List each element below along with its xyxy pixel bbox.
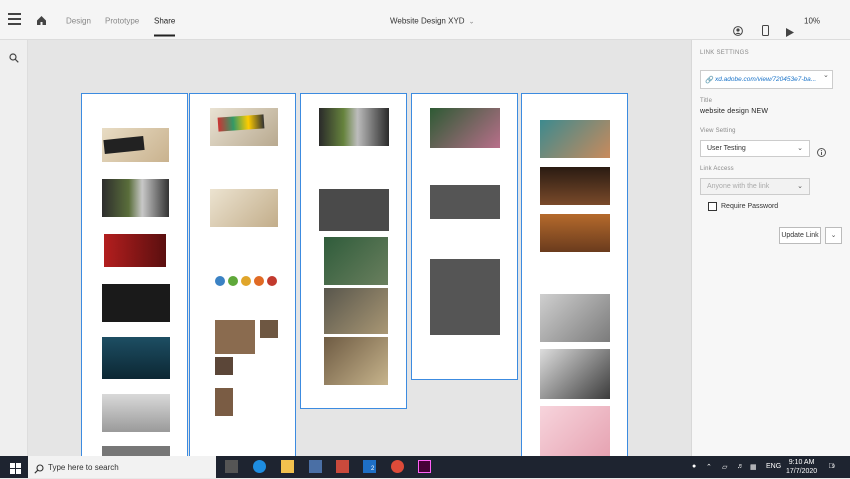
view-setting-label: View Setting: [700, 128, 736, 134]
artboard-image: [215, 388, 233, 416]
artboard-image: [540, 120, 610, 158]
update-link-button[interactable]: Update Link: [779, 227, 821, 244]
view-setting-value: User Testing: [707, 145, 746, 152]
artboard-image: [102, 446, 170, 456]
artboard-image: [102, 394, 170, 432]
design-canvas[interactable]: [28, 40, 691, 456]
require-password-label: Require Password: [721, 203, 779, 210]
artboard-image: [254, 276, 264, 286]
windows-taskbar: Type here to search 2 ● ⌃ ▱ ♬ ▦ ENG 9:10…: [0, 456, 850, 478]
artboard-image: [319, 189, 389, 231]
artboard-image: [215, 357, 233, 375]
artboard-image: [540, 349, 610, 399]
notification-count: 9: [832, 464, 835, 470]
artboard-image: [540, 406, 610, 456]
artboard-image: [324, 288, 388, 334]
app-header: Design Prototype Share Website Design XY…: [0, 0, 850, 40]
title-value[interactable]: website design NEW: [700, 108, 768, 115]
artboard-image: [260, 320, 278, 338]
volume-icon[interactable]: ♬: [737, 463, 744, 470]
chevron-down-icon[interactable]: ⌄: [823, 71, 829, 79]
link-icon: 🔗: [705, 77, 714, 84]
require-password-checkbox[interactable]: [708, 202, 717, 211]
document-title-text: Website Design XYD: [390, 16, 465, 26]
tab-design[interactable]: Design: [66, 17, 91, 26]
artboard-image: [210, 189, 278, 227]
artboard-image: [319, 108, 389, 146]
search-icon: [34, 461, 44, 479]
windows-start-icon[interactable]: [10, 461, 21, 479]
chevron-down-icon: ⌄: [468, 18, 475, 26]
link-access-label: Link Access: [700, 166, 734, 172]
title-label: Title: [700, 98, 713, 104]
tab-prototype[interactable]: Prototype: [105, 17, 139, 26]
share-link-text[interactable]: xd.adobe.com/view/720453e7-ba...: [715, 76, 830, 83]
artboard-image: [102, 337, 170, 379]
panel-header: LINK SETTINGS: [700, 50, 749, 56]
artboard-image: [228, 276, 238, 286]
file-explorer-icon[interactable]: [281, 460, 294, 473]
artboard-image: [324, 237, 388, 285]
taskbar-search-box[interactable]: Type here to search: [28, 456, 216, 478]
gift-app-icon[interactable]: [336, 460, 349, 473]
user-account-icon[interactable]: [733, 23, 743, 41]
document-title[interactable]: Website Design XYD ⌄: [390, 17, 474, 26]
clock-time: 9:10 AM: [788, 459, 815, 466]
artboard-image: [430, 108, 500, 148]
share-panel: LINK SETTINGS 🔗 xd.adobe.com/view/720453…: [691, 40, 850, 456]
search-icon[interactable]: [9, 50, 19, 68]
chevron-down-icon[interactable]: ⌄: [825, 227, 842, 244]
people-icon[interactable]: ●: [692, 463, 696, 470]
clock-date: 17/7/2020: [786, 468, 818, 475]
artboard-image: [540, 214, 610, 252]
artboard-image: [215, 320, 255, 354]
artboard-1[interactable]: [81, 93, 188, 456]
store-icon[interactable]: [309, 460, 322, 473]
artboard-image: [102, 179, 169, 217]
system-clock[interactable]: 9:10 AM 17/7/2020: [786, 458, 817, 476]
artboard-image: [540, 294, 610, 342]
task-view-icon[interactable]: [225, 460, 238, 473]
artboard-image: [430, 259, 500, 335]
artboard-2[interactable]: [189, 93, 296, 456]
artboard-image: [241, 276, 251, 286]
language-indicator[interactable]: ENG: [766, 463, 781, 470]
artboard-image: [104, 234, 166, 267]
link-access-value: Anyone with the link: [707, 183, 770, 190]
artboard-image: [102, 284, 170, 322]
edge-browser-icon[interactable]: [253, 460, 266, 473]
tab-share[interactable]: Share: [154, 17, 176, 37]
artboard-4[interactable]: [411, 93, 518, 380]
hamburger-menu-icon[interactable]: [8, 13, 21, 25]
zoom-level[interactable]: 10%: [804, 17, 820, 26]
artboard-image: [215, 276, 225, 286]
home-icon[interactable]: [36, 13, 47, 31]
chevron-down-icon: ⌄: [797, 183, 803, 190]
chrome-icon[interactable]: [391, 460, 404, 473]
info-icon[interactable]: [817, 144, 826, 162]
link-access-select[interactable]: Anyone with the link ⌄: [700, 178, 810, 195]
mail-badge: 2: [371, 466, 375, 472]
artboard-image: [540, 167, 610, 205]
artboard-image: [267, 276, 277, 286]
artboard-3[interactable]: [300, 93, 407, 409]
chevron-down-icon: ⌄: [797, 145, 803, 152]
view-setting-select[interactable]: User Testing ⌄: [700, 140, 810, 157]
left-tool-rail: [0, 40, 28, 456]
network-icon[interactable]: ▱: [722, 463, 727, 471]
adobe-xd-icon[interactable]: [418, 460, 431, 473]
artboard-image: [430, 185, 500, 219]
search-placeholder: Type here to search: [48, 463, 119, 472]
artboard-5[interactable]: [521, 93, 628, 456]
input-icon[interactable]: ▦: [750, 463, 757, 471]
mobile-preview-icon[interactable]: [762, 23, 769, 41]
chevron-up-icon[interactable]: ⌃: [706, 463, 712, 471]
artboard-image: [324, 337, 388, 385]
share-link-field[interactable]: 🔗 xd.adobe.com/view/720453e7-ba...: [700, 70, 833, 89]
